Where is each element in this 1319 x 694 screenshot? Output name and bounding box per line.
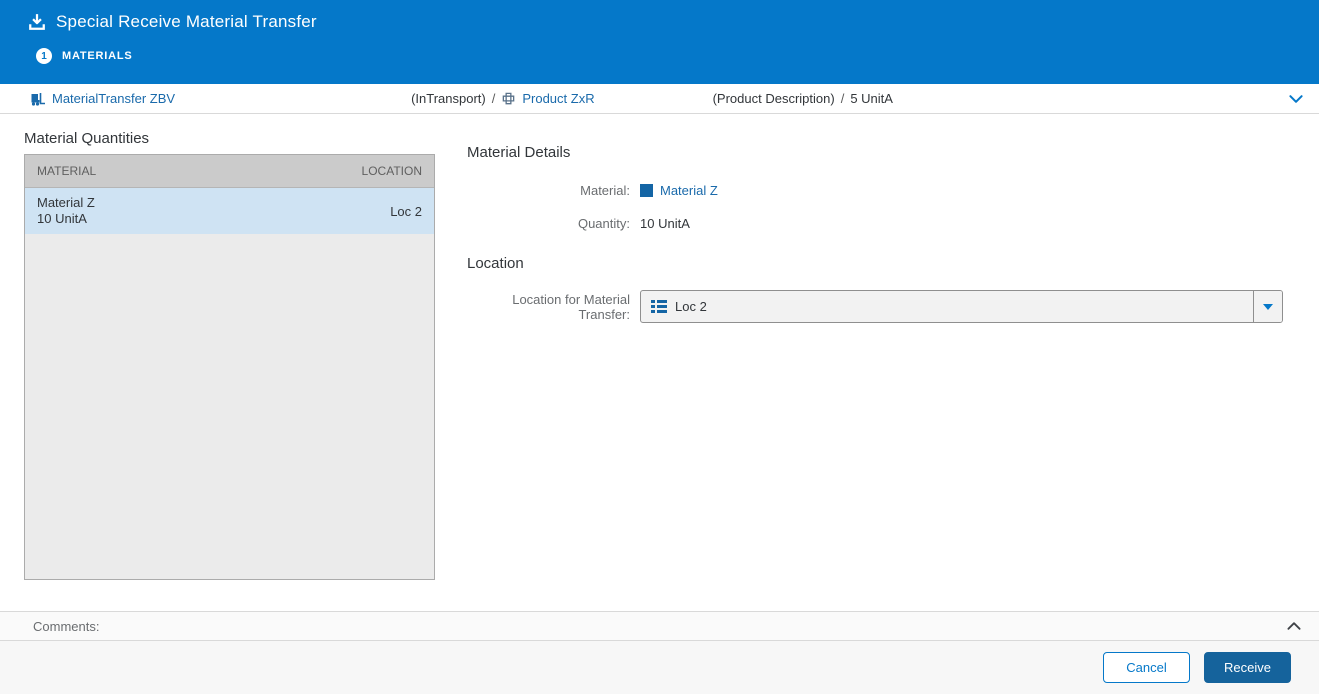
list-icon (651, 299, 667, 314)
table-row[interactable]: Material Z 10 UnitA Loc 2 (25, 188, 434, 234)
material-square-icon (640, 184, 653, 197)
material-label: Material: (580, 183, 630, 198)
breadcrumb-separator: / (840, 91, 845, 106)
comments-label: Comments: (33, 618, 100, 634)
page-title: Special Receive Material Transfer (56, 12, 317, 31)
wizard-step-materials[interactable]: 1 MATERIALS (36, 48, 1319, 64)
location-select-open-button[interactable] (1253, 291, 1282, 322)
material-quantities-table: MATERIAL LOCATION Material Z 10 UnitA Lo… (24, 154, 435, 580)
app-header: Special Receive Material Transfer 1 MATE… (0, 0, 1319, 84)
step-number-badge: 1 (36, 48, 52, 64)
column-header-material: MATERIAL (37, 164, 97, 178)
chevron-up-icon[interactable] (1285, 617, 1303, 635)
material-details-title: Material Details (467, 144, 571, 161)
row-location-cell: Loc 2 (390, 203, 422, 219)
transfer-status: (InTransport) (411, 91, 486, 106)
location-section-title: Location (467, 255, 524, 272)
comments-bar[interactable]: Comments: (0, 611, 1319, 641)
footer-toolbar: Cancel Receive (0, 641, 1319, 694)
receive-button[interactable]: Receive (1204, 652, 1291, 683)
quantity-field-row: Quantity: 10 UnitA (467, 216, 1283, 231)
transfer-quantity: 5 UnitA (850, 91, 893, 106)
location-selected-value: Loc 2 (675, 299, 707, 314)
cancel-button[interactable]: Cancel (1103, 652, 1190, 683)
special-receive-material-transfer-app: Special Receive Material Transfer 1 MATE… (0, 0, 1319, 694)
step-label: MATERIALS (62, 50, 133, 62)
main-content: Material Quantities MATERIAL LOCATION Ma… (0, 114, 1319, 611)
table-header-row: MATERIAL LOCATION (25, 155, 434, 188)
chevron-down-icon[interactable] (1287, 90, 1305, 108)
context-bar: MaterialTransfer ZBV (InTransport) / Pro… (0, 84, 1319, 114)
row-material-cell: Material Z 10 UnitA (37, 195, 95, 226)
location-select[interactable]: Loc 2 (640, 290, 1283, 323)
forklift-icon (30, 91, 46, 107)
material-transfer-link[interactable]: MaterialTransfer ZBV (30, 91, 175, 107)
product-description: (Product Description) (712, 91, 835, 106)
download-icon (28, 13, 46, 31)
material-details-panel: Material Details Material: Material Z Qu… (435, 114, 1319, 611)
product-plus-icon (501, 91, 516, 106)
quantity-label: Quantity: (577, 216, 630, 231)
location-field-label: Location for Material Transfer: (512, 291, 630, 322)
material-field-row: Material: Material Z (467, 183, 1283, 198)
material-quantities-panel: Material Quantities MATERIAL LOCATION Ma… (0, 114, 435, 611)
product-link[interactable]: Product ZxR (501, 91, 595, 106)
column-header-location: LOCATION (361, 164, 422, 178)
breadcrumb-separator: / (491, 91, 496, 106)
material-value-link[interactable]: Material Z (660, 183, 718, 198)
material-quantities-title: Material Quantities (24, 130, 150, 147)
quantity-value: 10 UnitA (640, 216, 690, 231)
dropdown-arrow-icon (1263, 303, 1273, 310)
location-field-row: Location for Material Transfer: Loc 2 (467, 290, 1283, 323)
